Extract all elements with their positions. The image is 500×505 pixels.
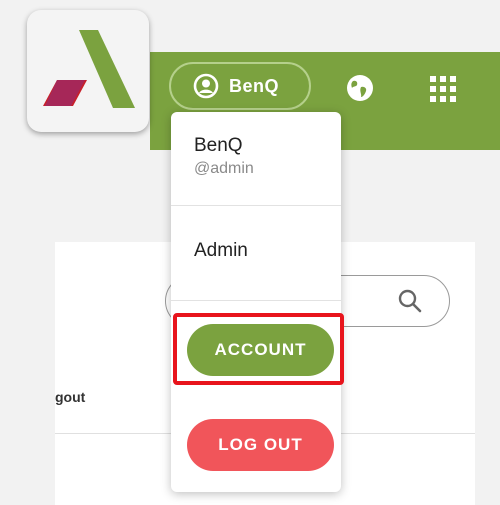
dropdown-divider [171, 300, 341, 301]
search-icon[interactable] [396, 287, 424, 315]
user-menu-label: BenQ [229, 75, 280, 96]
apps-grid-icon[interactable] [429, 75, 457, 103]
app-logo-icon [43, 30, 135, 108]
dropdown-divider [171, 205, 341, 206]
logout-button[interactable]: LOG OUT [187, 419, 334, 471]
dropdown-role: Admin [194, 240, 248, 261]
highlight-annotation [173, 313, 344, 385]
dropdown-display-name: BenQ [194, 135, 243, 156]
partial-column-label: gout [55, 389, 86, 405]
user-avatar-icon [193, 73, 219, 99]
user-menu-button[interactable]: BenQ [169, 62, 311, 110]
globe-icon[interactable] [345, 73, 375, 103]
dropdown-username: @admin [194, 160, 254, 177]
app-logo[interactable] [27, 10, 149, 132]
